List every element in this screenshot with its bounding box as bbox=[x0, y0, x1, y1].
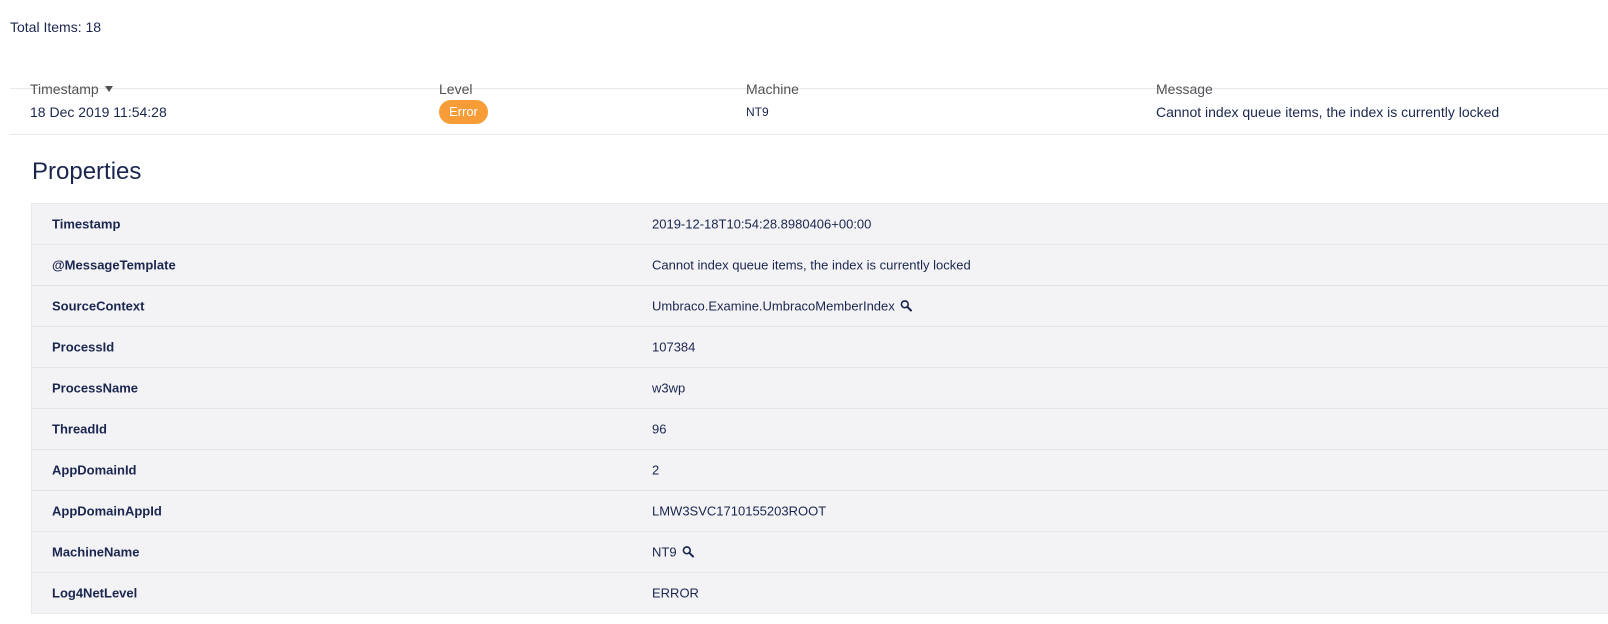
row-machine: NT9 bbox=[746, 104, 769, 119]
property-row-thread-id: ThreadId 96 bbox=[32, 409, 1608, 450]
property-value: LMW3SVC1710155203ROOT bbox=[652, 504, 826, 519]
property-row-app-domain-id: AppDomainId 2 bbox=[32, 450, 1608, 491]
log-viewer-page: Total Items: 18 Timestamp Level Machine … bbox=[0, 0, 1608, 624]
property-row-process-id: ProcessId 107384 bbox=[32, 327, 1608, 368]
property-key: MachineName bbox=[52, 544, 140, 560]
property-key: AppDomainId bbox=[52, 462, 137, 478]
property-row-source-context: SourceContext Umbraco.Examine.UmbracoMem… bbox=[32, 286, 1608, 327]
property-value: 2 bbox=[652, 463, 659, 478]
property-value: ERROR bbox=[652, 586, 699, 601]
property-row-log4net-level: Log4NetLevel ERROR bbox=[32, 573, 1608, 613]
search-icon[interactable] bbox=[900, 300, 912, 312]
property-value: NT9 bbox=[652, 545, 694, 560]
level-cell: Error bbox=[439, 99, 488, 124]
property-row-app-domain-app-id: AppDomainAppId LMW3SVC1710155203ROOT bbox=[32, 491, 1608, 532]
property-value: 96 bbox=[652, 422, 666, 437]
property-value: 107384 bbox=[652, 340, 695, 355]
property-row-message-template: @MessageTemplate Cannot index queue item… bbox=[32, 245, 1608, 286]
property-value-text: LMW3SVC1710155203ROOT bbox=[652, 503, 827, 519]
total-items-count: Total Items: 18 bbox=[10, 19, 102, 35]
property-value-text: Cannot index queue items, the index is c… bbox=[652, 257, 971, 273]
property-value-text: NT9 bbox=[652, 544, 677, 560]
property-row-timestamp: Timestamp 2019-12-18T10:54:28.8980406+00… bbox=[32, 204, 1608, 245]
property-value-text: 2019-12-18T10:54:28.8980406+00:00 bbox=[652, 216, 872, 232]
property-value-text: Umbraco.Examine.UmbracoMemberIndex bbox=[652, 298, 895, 314]
property-key: SourceContext bbox=[52, 298, 145, 314]
log-table: Timestamp Level Machine Message 18 Dec 2… bbox=[10, 42, 1608, 135]
property-key: ThreadId bbox=[52, 421, 107, 437]
property-value-text: ERROR bbox=[652, 585, 699, 601]
log-table-header: Timestamp Level Machine Message bbox=[10, 42, 1608, 97]
search-icon[interactable] bbox=[682, 546, 694, 558]
property-value-text: 2 bbox=[652, 462, 660, 478]
property-value-text: 107384 bbox=[652, 339, 696, 355]
property-row-process-name: ProcessName w3wp bbox=[32, 368, 1608, 409]
row-timestamp: 18 Dec 2019 11:54:28 bbox=[30, 103, 167, 120]
property-key: ProcessId bbox=[52, 339, 115, 355]
properties-table: Timestamp 2019-12-18T10:54:28.8980406+00… bbox=[31, 203, 1608, 614]
property-key: @MessageTemplate bbox=[52, 257, 176, 273]
property-key: AppDomainAppId bbox=[52, 503, 162, 519]
property-value-text: 96 bbox=[652, 421, 667, 437]
property-key: Timestamp bbox=[52, 216, 121, 232]
property-row-machine-name: MachineName NT9 bbox=[32, 532, 1608, 573]
property-key: ProcessName bbox=[52, 380, 138, 396]
property-value-text: w3wp bbox=[652, 380, 686, 396]
property-value: Cannot index queue items, the index is c… bbox=[652, 258, 971, 273]
property-value: w3wp bbox=[652, 381, 685, 396]
property-value: 2019-12-18T10:54:28.8980406+00:00 bbox=[652, 217, 871, 232]
table-row[interactable]: 18 Dec 2019 11:54:28 Error NT9 Cannot in… bbox=[10, 89, 1608, 135]
status-badge: Error bbox=[439, 99, 488, 124]
row-message: Cannot index queue items, the index is c… bbox=[1156, 103, 1500, 120]
properties-title: Properties bbox=[32, 158, 142, 185]
property-key: Log4NetLevel bbox=[52, 585, 138, 601]
property-value: Umbraco.Examine.UmbracoMemberIndex bbox=[652, 299, 912, 314]
